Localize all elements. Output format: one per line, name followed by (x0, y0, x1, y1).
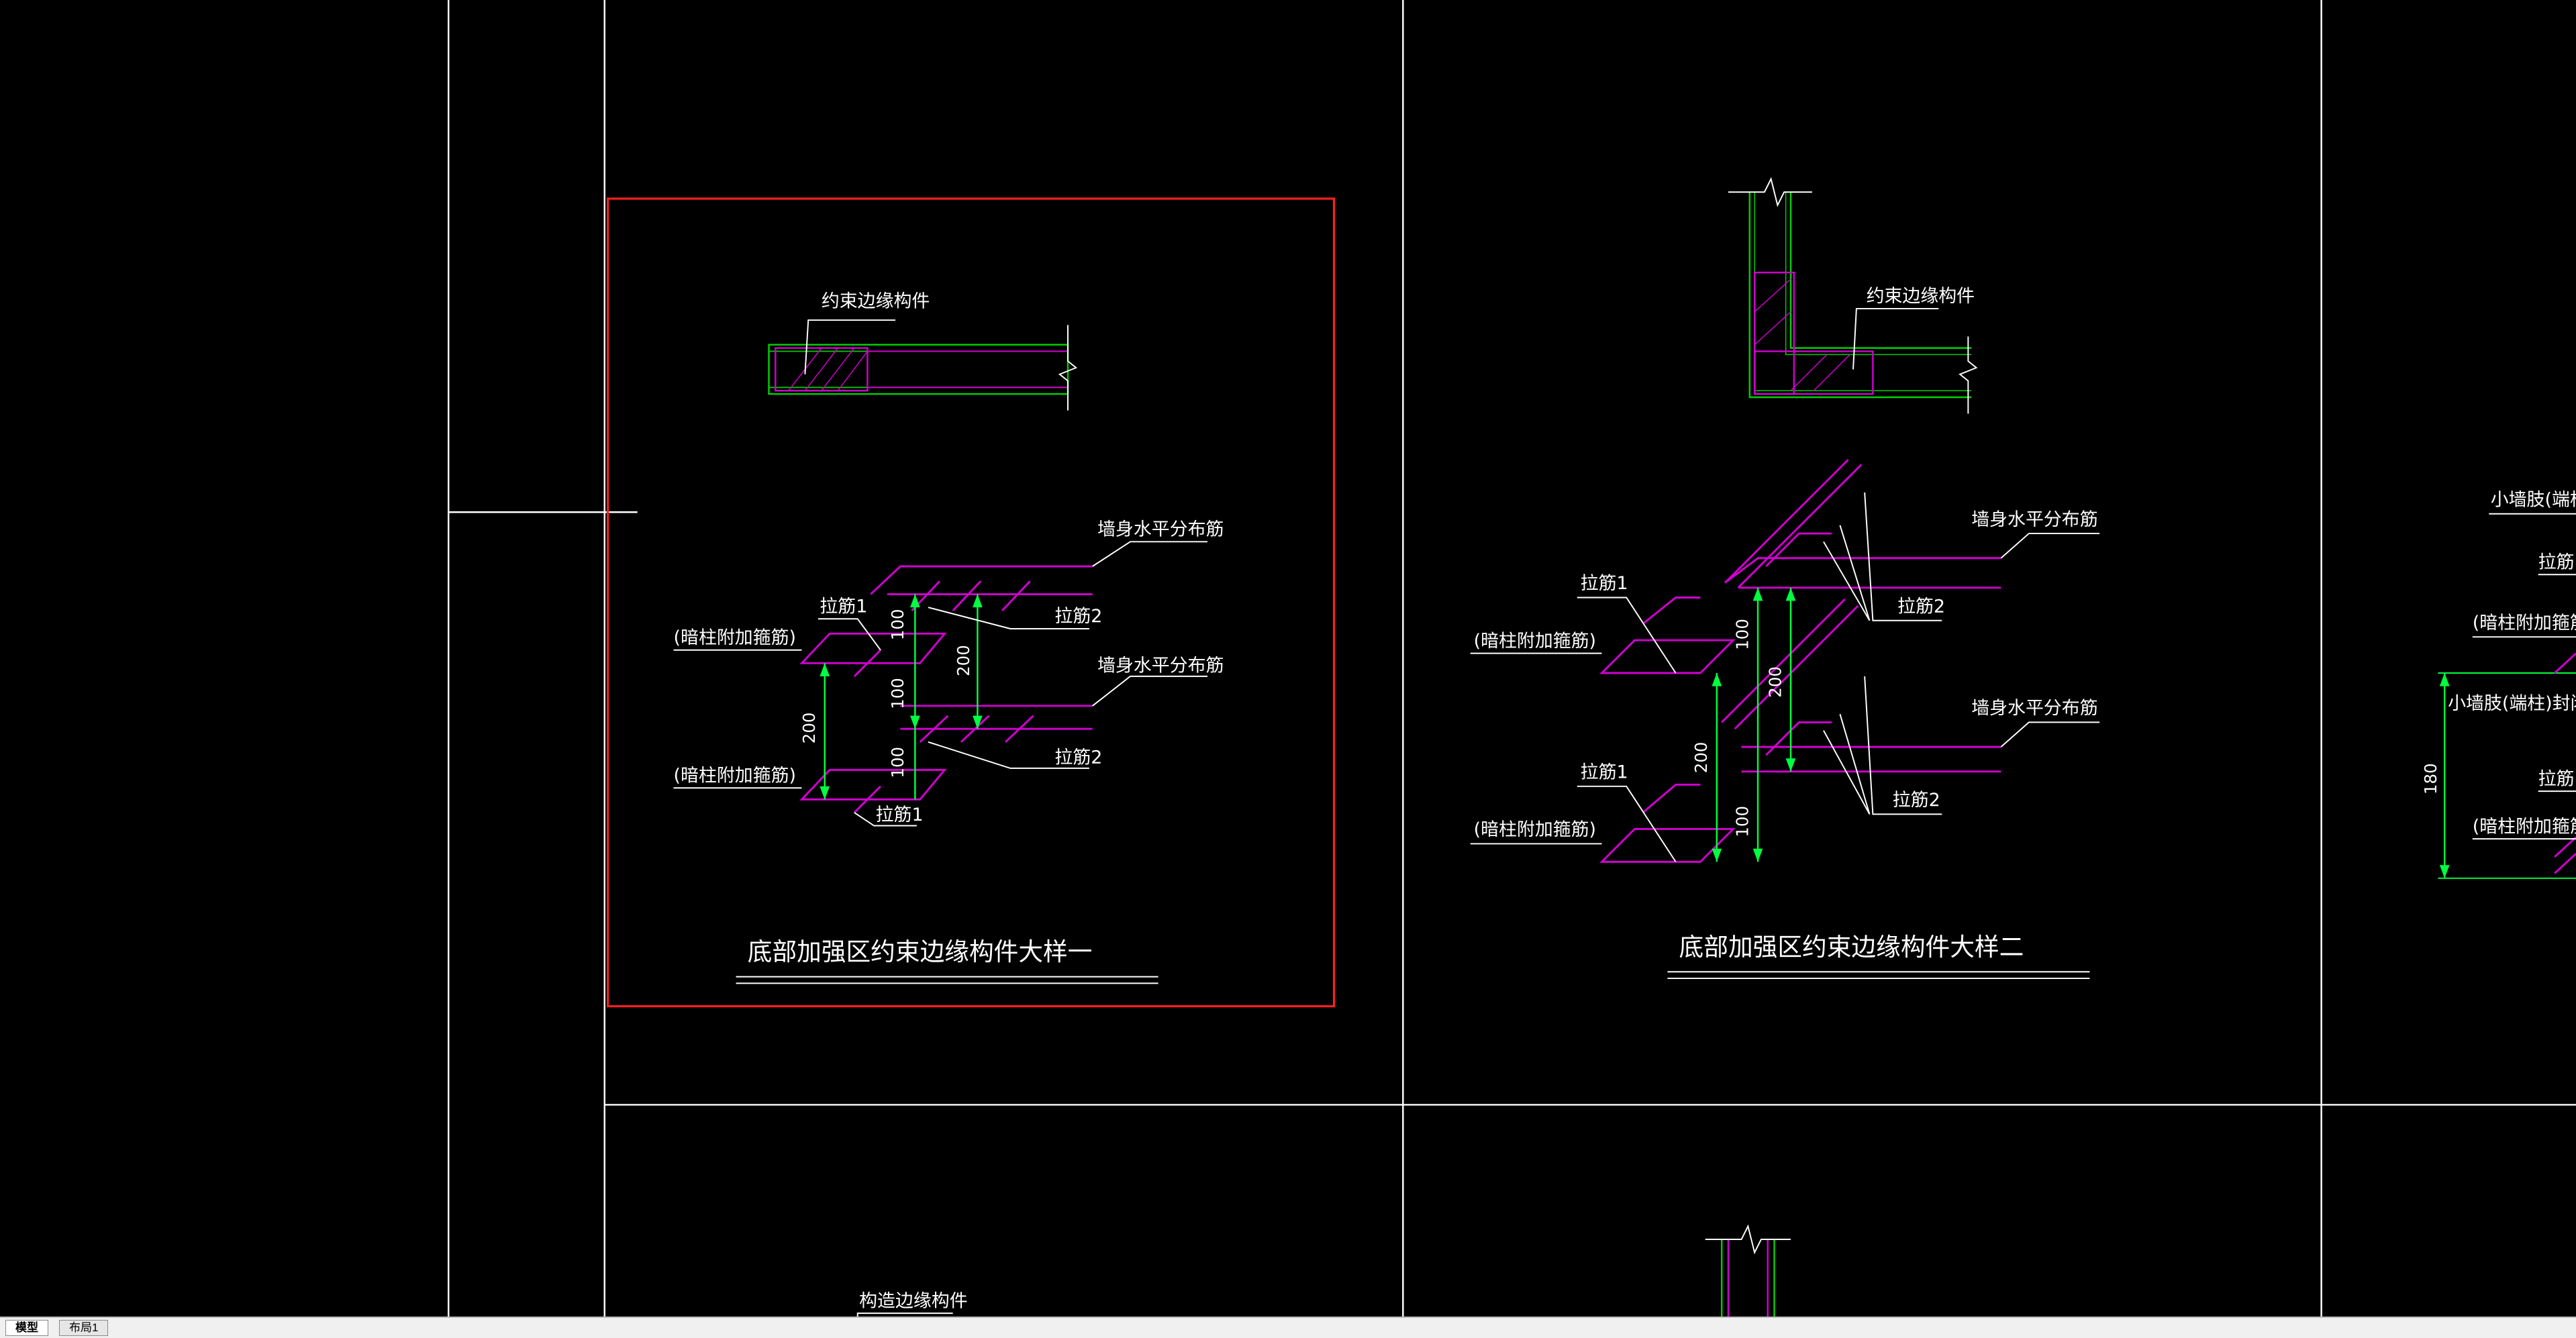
d2-dim-100-a: 100 (1732, 619, 1752, 650)
bottom-partial (856, 1224, 1791, 1317)
d2-dim-200-left: 200 (1691, 742, 1711, 774)
cad-drawing-canvas[interactable]: 约束边缘构件 墙身水平分布筋 拉筋1 (暗柱附加箍筋) 拉筋2 墙身水平分布筋 … (0, 0, 2576, 1317)
d3-dim-180: 180 (2421, 763, 2440, 794)
tab-layout1[interactable]: 布局1 (59, 1320, 109, 1336)
d1-dim-200-right: 200 (954, 645, 973, 676)
d1-title: 底部加强区约束边缘构件大样一 (748, 937, 1093, 966)
d3-label-hidden-col-top: (暗柱附加箍筋) (2473, 613, 2576, 633)
d3-label-closed-hoop: 小墙肢(端柱)封闭箍筋同 (2448, 693, 2576, 714)
d1-label-tie1-bottom: 拉筋1 (876, 805, 924, 825)
tab-model[interactable]: 模型 (5, 1320, 48, 1336)
d3-label-tie1-bottom: 拉筋1 (2538, 768, 2576, 789)
d2-dim-200-right: 200 (1765, 666, 1785, 698)
d1-label-edge-member: 约束边缘构件 (822, 291, 930, 311)
layout-tab-bar: 模型 布局1 (0, 1317, 2576, 1338)
d2-label-wall-horiz-mid: 墙身水平分布筋 (1971, 698, 2097, 719)
d3-label-small-pier: 小墙肢(端柱)封 (2491, 489, 2576, 510)
cad-drawing[interactable]: 约束边缘构件 墙身水平分布筋 拉筋1 (暗柱附加箍筋) 拉筋2 墙身水平分布筋 … (0, 0, 2576, 1317)
d3-label-hidden-col-bottom: (暗柱附加箍筋) (2473, 816, 2576, 837)
d3-label-tie1-top: 拉筋1 (2538, 552, 2576, 572)
frame-lines (447, 0, 2576, 1317)
d1-label-hidden-col-top: (暗柱附加箍筋) (674, 627, 796, 648)
d2-label-tie1-top: 拉筋1 (1581, 573, 1628, 594)
d1-label-tie1-top: 拉筋1 (820, 597, 867, 617)
d1-label-wall-horiz-top: 墙身水平分布筋 (1097, 519, 1224, 540)
d2-label-wall-horiz-top: 墙身水平分布筋 (1971, 509, 2097, 530)
d1-dim-100-a: 100 (888, 609, 907, 640)
title-underlines (736, 971, 2090, 984)
d2-label-tie1-bottom: 拉筋1 (1581, 762, 1628, 783)
d2-label-hidden-col-bottom: (暗柱附加箍筋) (1474, 819, 1596, 840)
d2-label-edge-member: 约束边缘构件 (1867, 286, 1975, 307)
selection-highlight-rect[interactable] (607, 197, 1336, 1008)
d1-dim-100-b: 100 (888, 678, 907, 709)
d1-label-hidden-col-bottom: (暗柱附加箍筋) (674, 765, 796, 786)
d1-label-wall-horiz-mid: 墙身水平分布筋 (1097, 656, 1224, 676)
d2-dim-100-b: 100 (1732, 806, 1752, 837)
d1-label-tie2-top: 拉筋2 (1054, 606, 1102, 627)
d2-label-tie2-bottom: 拉筋2 (1893, 790, 1940, 811)
d2-label-tie2-top: 拉筋2 (1897, 597, 1945, 617)
bottom-label-constructional-edge: 构造边缘构件 (859, 1290, 967, 1311)
detail1-wall-plan (768, 319, 1078, 411)
d1-label-tie2-bottom: 拉筋2 (1054, 748, 1102, 768)
d1-dim-200-left: 200 (799, 713, 819, 744)
d2-title: 底部加强区约束边缘构件大样二 (1679, 933, 2024, 962)
d1-dim-100-c: 100 (888, 747, 907, 778)
d2-label-hidden-col-top: (暗柱附加箍筋) (1474, 631, 1596, 652)
